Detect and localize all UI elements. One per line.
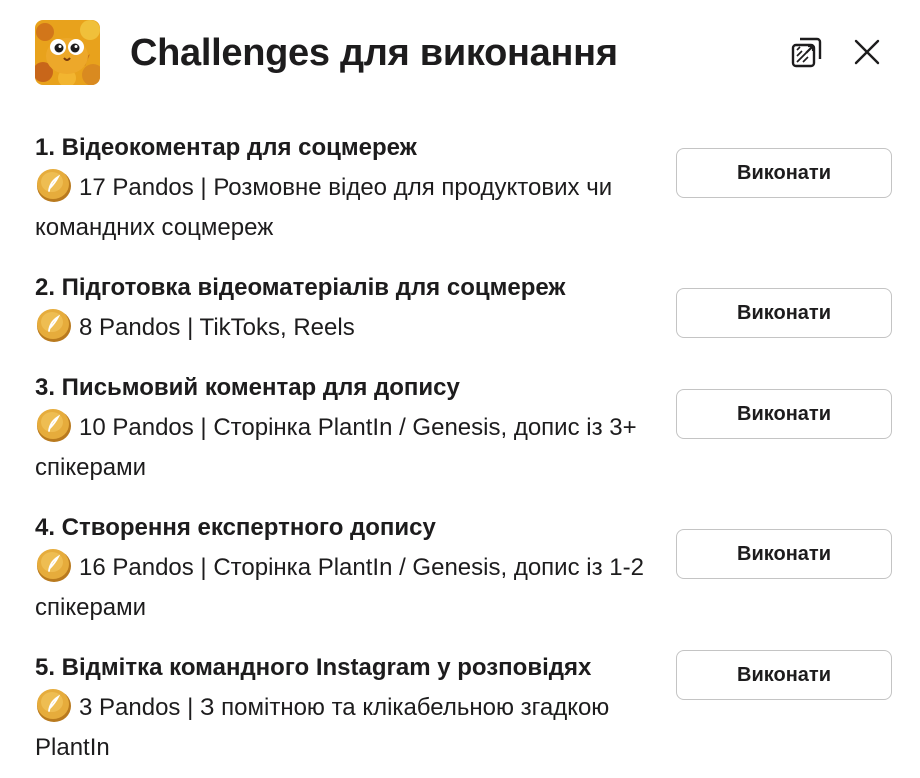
challenge-title: 3. Письмовий коментар для допису [35, 374, 460, 401]
app-avatar [35, 20, 100, 85]
complete-challenge-button[interactable]: Виконати [676, 148, 892, 198]
challenge-text: 3. Письмовий коментар для допису 10 Pand… [35, 370, 655, 488]
challenge-title: 2. Підготовка відеоматеріалів для соцмер… [35, 274, 566, 301]
challenge-description: 3 Pandos | З помітною та клікабельною зг… [35, 686, 655, 768]
gold-coin-icon [37, 549, 71, 582]
gold-coin-icon [37, 309, 71, 342]
challenge-reward-text: 3 Pandos | З помітною та клікабельною зг… [35, 694, 610, 761]
challenge-description: 17 Pandos | Розмовне відео для продуктов… [35, 166, 655, 248]
gold-coin-icon [37, 409, 71, 442]
challenge-reward-text: 8 Pandos | TikToks, Reels [79, 314, 355, 341]
challenge-text: 1. Відеокоментар для соцмереж 17 Pandos … [35, 130, 655, 248]
complete-challenge-button[interactable]: Виконати [676, 650, 892, 700]
complete-challenge-button[interactable]: Виконати [676, 529, 892, 579]
challenge-description: 16 Pandos | Сторінка PlantIn / Genesis, … [35, 546, 655, 628]
challenge-title: 5. Відмітка командного Instagram у розпо… [35, 654, 592, 681]
challenge-reward-text: 17 Pandos | Розмовне відео для продуктов… [35, 174, 613, 241]
gold-coin-icon [37, 169, 71, 202]
complete-challenge-button[interactable]: Виконати [676, 389, 892, 439]
modal-header: Challenges для виконання [0, 0, 920, 110]
challenge-description: 10 Pandos | Сторінка PlantIn / Genesis, … [35, 406, 655, 488]
close-button[interactable] [847, 32, 887, 72]
popout-button[interactable] [787, 32, 827, 72]
challenge-text: 2. Підготовка відеоматеріалів для соцмер… [35, 270, 655, 348]
challenge-text: 5. Відмітка командного Instagram у розпо… [35, 650, 655, 768]
challenge-reward-text: 16 Pandos | Сторінка PlantIn / Genesis, … [35, 554, 644, 621]
modal-title: Challenges для виконання [130, 32, 618, 74]
challenge-description: 8 Pandos | TikToks, Reels [35, 306, 655, 348]
gold-coin-icon [37, 689, 71, 722]
challenges-modal: Challenges для виконання 1. Відеокомента… [0, 0, 920, 778]
challenge-title: 1. Відеокоментар для соцмереж [35, 134, 417, 161]
autumn-owl-avatar-icon [35, 20, 100, 85]
complete-challenge-button[interactable]: Виконати [676, 288, 892, 338]
popout-window-icon [791, 37, 822, 68]
close-icon [854, 39, 880, 65]
challenge-reward-text: 10 Pandos | Сторінка PlantIn / Genesis, … [35, 414, 637, 481]
challenge-text: 4. Створення експертного допису 16 Pando… [35, 510, 655, 628]
challenge-title: 4. Створення експертного допису [35, 514, 436, 541]
